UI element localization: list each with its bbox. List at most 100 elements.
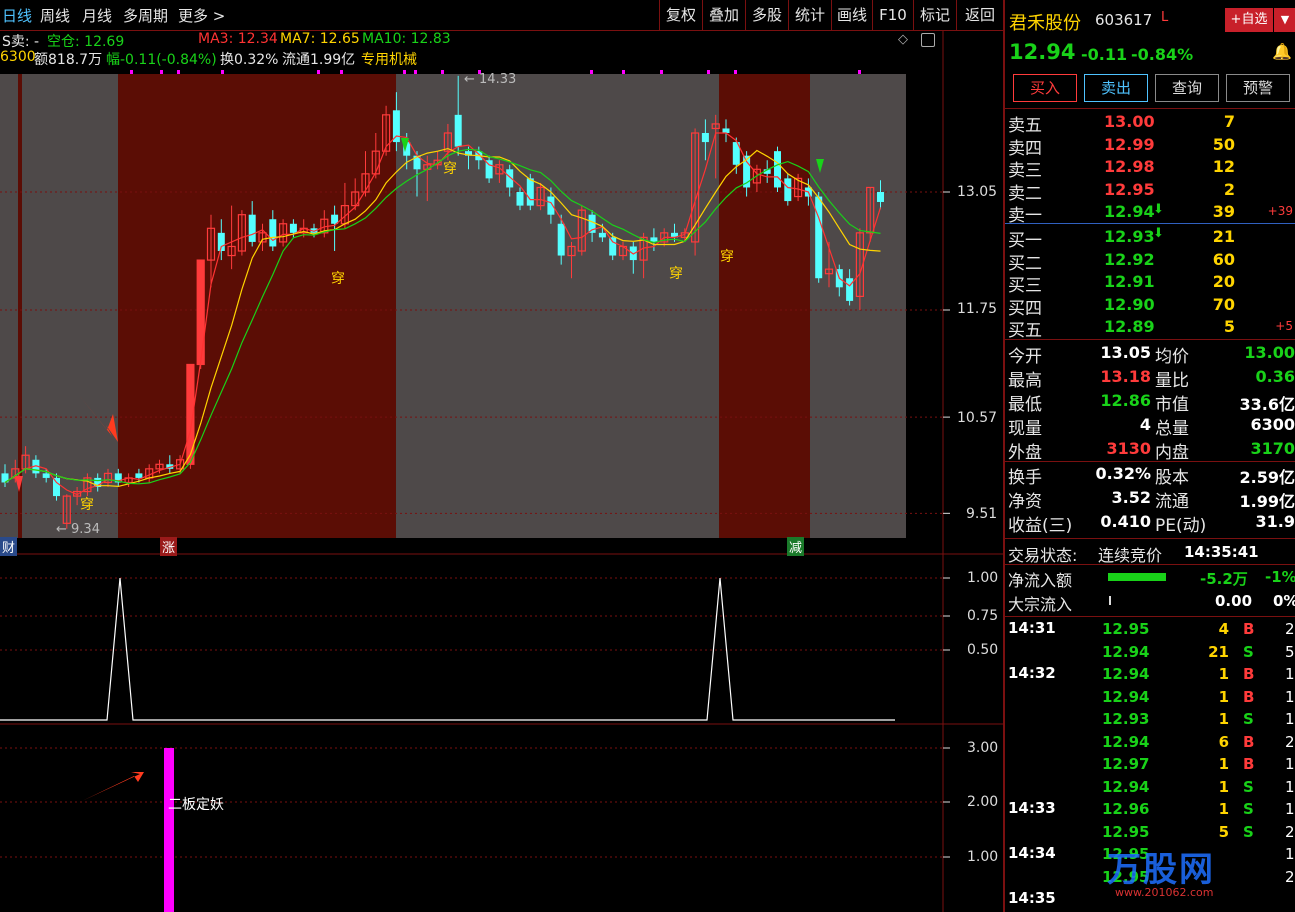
background-band — [719, 74, 810, 538]
ask-price[interactable]: 13.00 — [1104, 112, 1155, 131]
tick-side: S — [1243, 710, 1254, 728]
signal-dot — [317, 70, 320, 74]
stat-label: 市值 — [1155, 395, 1189, 415]
tab-daily[interactable]: 日线 — [2, 5, 32, 26]
signal-dot — [414, 70, 417, 74]
alert-button[interactable]: 预警 — [1226, 74, 1290, 102]
stat-value: 3130 — [1106, 439, 1151, 458]
tick-price: 12.94 — [1102, 687, 1150, 706]
candle-body — [516, 192, 524, 206]
ask-price[interactable]: 12.98 — [1104, 157, 1155, 176]
stock-name: 君禾股份 — [1009, 13, 1081, 34]
tick-volume: 1 — [1218, 755, 1229, 773]
block-flow-bar — [1109, 596, 1111, 605]
divider — [1005, 461, 1295, 462]
tick-time: 14:34 — [1008, 844, 1056, 862]
stat-value: 13.18 — [1100, 367, 1151, 386]
divider — [1005, 108, 1295, 109]
add-watchlist-button[interactable]: +自选 — [1225, 8, 1273, 32]
tick-side: B — [1243, 732, 1255, 751]
signal-dot — [660, 70, 663, 74]
stat-label: 今开 — [1008, 347, 1042, 367]
low-value: 9.34 — [71, 522, 100, 537]
limit-up-candle — [197, 260, 205, 365]
ask-volume: 2 — [1223, 179, 1235, 199]
ask-price[interactable]: 12.95 — [1104, 180, 1155, 199]
block-flow-value: 0.00 — [1215, 592, 1253, 610]
bid-price[interactable]: 12.89 — [1104, 317, 1155, 336]
stat-label: 收益(三) — [1008, 516, 1073, 536]
f10-button[interactable]: F10 — [872, 0, 913, 30]
limit-up-tag[interactable]: 涨 — [160, 537, 178, 556]
signal-dot — [734, 70, 737, 74]
tick-count: 1 — [1285, 755, 1295, 773]
tick-volume: 1 — [1218, 665, 1229, 683]
stock-tag: L — [1161, 10, 1169, 25]
tick-count: 2 — [1285, 732, 1295, 751]
bid-volume: 5 — [1223, 317, 1235, 337]
candle-body — [701, 133, 709, 143]
tick-count: 5 — [1285, 642, 1295, 661]
stat-value: 4 — [1139, 415, 1151, 434]
bid-price[interactable]: 12.93 — [1104, 227, 1155, 246]
tick-count: 1 — [1285, 845, 1295, 863]
bid-price[interactable]: 12.92 — [1104, 250, 1155, 269]
reduce-tag[interactable]: 减 — [787, 537, 805, 556]
stat-label: 净资 — [1008, 492, 1042, 512]
candle-body — [135, 473, 143, 478]
tick-volume: 6 — [1218, 732, 1229, 751]
tick-count: 2 — [1285, 620, 1295, 638]
price-tick: 9.51 — [966, 506, 998, 522]
draw-line-button[interactable]: 画线 — [831, 0, 872, 30]
ask-price[interactable]: 12.94 — [1104, 202, 1155, 221]
signal-line — [0, 577, 895, 721]
tick-count: 1 — [1285, 710, 1295, 728]
stats-button[interactable]: 统计 — [788, 0, 831, 30]
tick-price: 12.94 — [1102, 732, 1150, 751]
bid-volume: 21 — [1212, 227, 1235, 246]
adjust-button[interactable]: 复权 — [659, 0, 702, 30]
stat-label: 内盘 — [1155, 443, 1189, 463]
chevron-down-icon[interactable]: ▼ — [1274, 8, 1295, 32]
tab-monthly[interactable]: 月线 — [82, 5, 112, 26]
bid-price[interactable]: 12.91 — [1104, 272, 1155, 291]
cross-marker: 穿 — [80, 497, 94, 513]
watermark-url: www.201062.com — [1115, 886, 1214, 899]
mark-button[interactable]: 标记 — [913, 0, 956, 30]
back-button[interactable]: 返回 — [956, 0, 1003, 30]
down-arrow-icon: ⬇ — [1153, 226, 1164, 241]
multi-stock-button[interactable]: 多股 — [745, 0, 788, 30]
ask-volume: 12 — [1212, 157, 1235, 177]
tab-weekly[interactable]: 周线 — [40, 5, 70, 26]
financial-tag[interactable]: 财 — [0, 537, 18, 556]
sell-button[interactable]: 卖出 — [1084, 74, 1148, 102]
ask-price[interactable]: 12.99 — [1104, 135, 1155, 154]
tick-count: 1 — [1285, 687, 1295, 706]
price-tick: 10.57 — [957, 410, 998, 426]
tick-price: 12.94 — [1102, 642, 1150, 661]
candle-body — [392, 110, 400, 143]
query-button[interactable]: 查询 — [1155, 74, 1219, 102]
tick-side: S — [1243, 777, 1254, 796]
sub2-signal-label: 二板定妖 — [168, 797, 224, 813]
bid-change: +5 — [1275, 319, 1293, 334]
bell-icon[interactable]: 🔔 — [1272, 42, 1292, 61]
tick-price: 12.94 — [1102, 777, 1150, 796]
sub1-tick: 0.75 — [967, 608, 999, 624]
candle-body — [877, 192, 884, 202]
watermark-text: 万股网 — [1107, 850, 1215, 890]
tick-count: 2 — [1285, 867, 1295, 886]
buy-button[interactable]: 买入 — [1013, 74, 1077, 102]
divider — [1005, 538, 1295, 539]
divider — [1005, 616, 1295, 617]
bid-price[interactable]: 12.90 — [1104, 295, 1155, 314]
tick-price: 12.97 — [1102, 755, 1150, 773]
kline-chart[interactable] — [0, 30, 1003, 912]
sub2-tick: 3.00 — [967, 740, 999, 756]
price-tick: 13.05 — [957, 184, 998, 200]
overlay-button[interactable]: 叠加 — [702, 0, 745, 30]
tab-more[interactable]: 更多 > — [178, 5, 225, 26]
tab-multi-period[interactable]: 多周期 — [123, 5, 168, 26]
tick-volume: 1 — [1218, 777, 1229, 796]
stat-label: 总量 — [1155, 419, 1189, 439]
